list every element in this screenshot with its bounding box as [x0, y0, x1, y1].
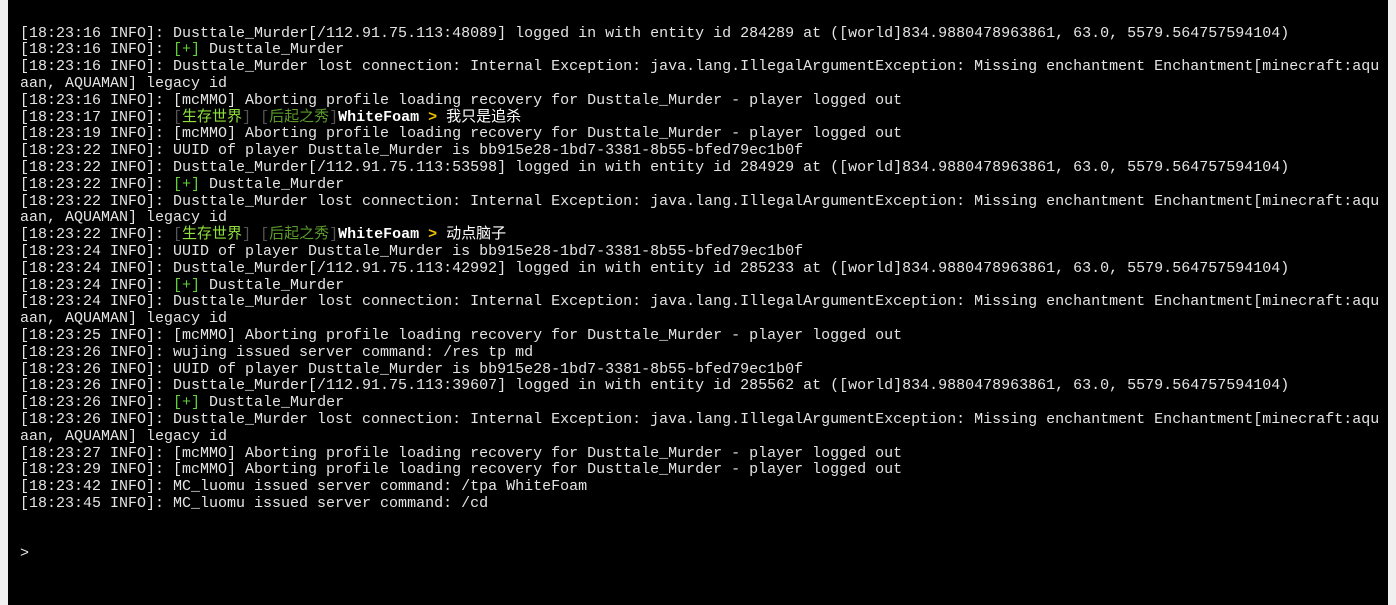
- log-line: [18:23:22 INFO]: UUID of player Dusttale…: [20, 142, 1388, 160]
- log-segment: [: [173, 108, 183, 126]
- log-segment: [18:23:22 INFO]:: [20, 226, 174, 244]
- log-line: [18:23:45 INFO]: MC_luomu issued server …: [20, 494, 1388, 513]
- log-segment: [18:23:22 INFO]: UUID of player Dusttale…: [20, 142, 804, 160]
- log-line: [18:23:22 INFO]: [+] Dusttale_Murder: [20, 175, 1388, 194]
- log-segment: 后起之秀: [269, 108, 330, 126]
- log-segment: [18:23:22 INFO]:: [20, 175, 174, 193]
- log-segment: [18:23:22 INFO]: Dusttale_Murder lost co…: [20, 192, 1380, 227]
- log-line: [18:23:24 INFO]: Dusttale_Murder lost co…: [20, 293, 1388, 328]
- log-segment: [18:23:25 INFO]: [mcMMO] Aborting profil…: [20, 326, 903, 344]
- log-segment: 动点脑子: [446, 226, 507, 244]
- log-segment: ]: [329, 226, 339, 244]
- log-segment: [18:23:24 INFO]: UUID of player Dusttale…: [20, 242, 804, 260]
- log-segment: [18:23:16 INFO]: Dusttale_Murder lost co…: [20, 58, 1380, 92]
- server-console: [18:23:16 INFO]: Dusttale_Murder[/112.91…: [8, 0, 1388, 605]
- log-line: [18:23:16 INFO]: [+] Dusttale_Murder: [20, 41, 1388, 59]
- log-segment: 生存世界: [182, 108, 243, 126]
- log-segment: [18:23:24 INFO]: Dusttale_Murder[/112.91…: [20, 259, 1290, 277]
- log-segment: >: [419, 226, 447, 244]
- log-lines: [18:23:16 INFO]: Dusttale_Murder[/112.91…: [20, 24, 1388, 513]
- log-line: [18:23:19 INFO]: [mcMMO] Aborting profil…: [20, 125, 1388, 143]
- log-line: [18:23:22 INFO]: [生存世界] [后起之秀]WhiteFoam …: [20, 226, 1388, 244]
- log-line: [18:23:27 INFO]: [mcMMO] Aborting profil…: [20, 444, 1388, 463]
- log-segment: [18:23:26 INFO]: Dusttale_Murder[/112.91…: [20, 377, 1290, 395]
- log-segment: ] [: [242, 108, 270, 126]
- log-line: [18:23:24 INFO]: [+] Dusttale_Murder: [20, 276, 1388, 295]
- log-segment: [18:23:24 INFO]: Dusttale_Murder lost co…: [20, 293, 1380, 328]
- log-segment: [18:23:16 INFO]:: [20, 41, 174, 59]
- log-line: [18:23:22 INFO]: Dusttale_Murder lost co…: [20, 192, 1388, 228]
- log-segment: ]: [329, 108, 339, 126]
- log-line: [18:23:16 INFO]: Dusttale_Murder lost co…: [20, 58, 1388, 93]
- log-segment: [+]: [173, 175, 201, 193]
- log-line: [18:23:26 INFO]: UUID of player Dusttale…: [20, 360, 1388, 379]
- log-segment: ] [: [242, 226, 270, 244]
- log-line: [18:23:26 INFO]: Dusttale_Murder lost co…: [20, 410, 1388, 446]
- command-prompt[interactable]: >: [20, 545, 1388, 563]
- log-segment: WhiteFoam: [338, 226, 420, 244]
- log-segment: [18:23:27 INFO]: [mcMMO] Aborting profil…: [20, 444, 903, 462]
- log-segment: [18:23:26 INFO]:: [20, 394, 174, 412]
- log-segment: Dusttale_Murder: [200, 394, 345, 412]
- log-segment: WhiteFoam: [338, 108, 420, 126]
- log-segment: [18:23:16 INFO]: [mcMMO] Aborting profil…: [20, 91, 903, 109]
- log-line: [18:23:25 INFO]: [mcMMO] Aborting profil…: [20, 326, 1388, 345]
- log-segment: [18:23:24 INFO]:: [20, 276, 174, 294]
- log-segment: 生存世界: [182, 226, 243, 244]
- log-segment: 后起之秀: [269, 226, 330, 244]
- log-line: [18:23:26 INFO]: wujing issued server co…: [20, 343, 1388, 362]
- log-segment: [18:23:45 INFO]: MC_luomu issued server …: [20, 494, 489, 512]
- log-segment: 我只是追杀: [446, 108, 522, 126]
- log-segment: >: [419, 108, 447, 126]
- log-line: [18:23:29 INFO]: [mcMMO] Aborting profil…: [20, 461, 1388, 479]
- log-line: [18:23:42 INFO]: MC_luomu issued server …: [20, 478, 1388, 496]
- log-line: [18:23:16 INFO]: [mcMMO] Aborting profil…: [20, 91, 1388, 110]
- log-segment: [18:23:22 INFO]: Dusttale_Murder[/112.91…: [20, 158, 1290, 176]
- log-line: [18:23:16 INFO]: Dusttale_Murder[/112.91…: [20, 24, 1388, 43]
- log-segment: [+]: [173, 276, 201, 294]
- log-segment: [18:23:19 INFO]: [mcMMO] Aborting profil…: [20, 125, 903, 143]
- log-line: [18:23:26 INFO]: [+] Dusttale_Murder: [20, 394, 1388, 412]
- log-segment: Dusttale_Murder: [200, 41, 345, 59]
- log-line: [18:23:24 INFO]: UUID of player Dusttale…: [20, 242, 1388, 261]
- console-log: [18:23:16 INFO]: Dusttale_Murder[/112.91…: [20, 0, 1388, 597]
- log-segment: [18:23:26 INFO]: wujing issued server co…: [20, 343, 534, 361]
- log-segment: [18:23:16 INFO]: Dusttale_Murder[/112.91…: [20, 24, 1290, 42]
- log-segment: [18:23:29 INFO]: [mcMMO] Aborting profil…: [20, 461, 903, 479]
- log-segment: Dusttale_Murder: [200, 175, 345, 193]
- log-segment: [+]: [173, 41, 201, 59]
- log-segment: [18:23:17 INFO]:: [20, 108, 174, 126]
- log-segment: [18:23:42 INFO]: MC_luomu issued server …: [20, 478, 588, 496]
- log-line: [18:23:22 INFO]: Dusttale_Murder[/112.91…: [20, 158, 1388, 177]
- log-segment: Dusttale_Murder: [200, 276, 345, 294]
- log-line: [18:23:26 INFO]: Dusttale_Murder[/112.91…: [20, 377, 1388, 395]
- log-segment: [18:23:26 INFO]: Dusttale_Murder lost co…: [20, 410, 1380, 445]
- log-segment: [18:23:26 INFO]: UUID of player Dusttale…: [20, 360, 804, 378]
- log-segment: [+]: [173, 394, 201, 412]
- log-line: [18:23:17 INFO]: [生存世界] [后起之秀]WhiteFoam …: [20, 108, 1388, 127]
- log-line: [18:23:24 INFO]: Dusttale_Murder[/112.91…: [20, 259, 1388, 278]
- log-segment: [: [173, 226, 183, 244]
